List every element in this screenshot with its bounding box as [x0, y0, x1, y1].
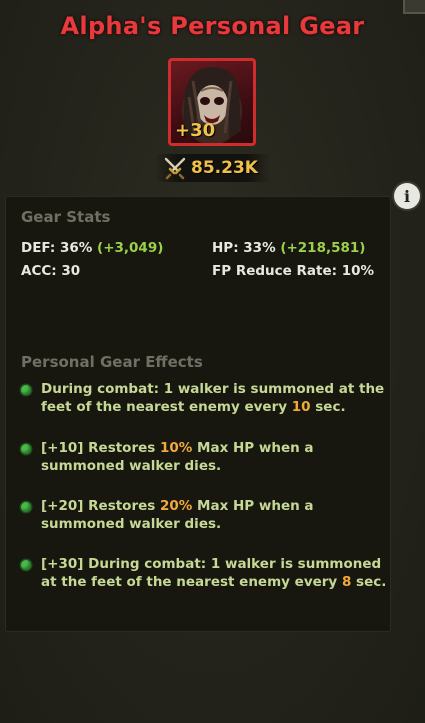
- page-title: Alpha's Personal Gear: [60, 12, 365, 40]
- power-row: 85.23K: [0, 153, 425, 183]
- effect-item: [+10] Restores 10% Max HP when a summone…: [21, 440, 387, 475]
- gear-level-badge: +30: [175, 120, 216, 141]
- hp-stat: HP: 33% (+218,581): [212, 240, 365, 256]
- bullet-icon: [21, 385, 31, 395]
- def-bonus: (+3,049): [97, 240, 164, 256]
- combat-power-value: 85.23K: [191, 158, 258, 178]
- bullet-icon: [21, 560, 31, 570]
- effect-item: During combat: 1 walker is summoned at t…: [21, 381, 387, 416]
- gear-effects-heading: Personal Gear Effects: [21, 353, 203, 371]
- gear-portrait[interactable]: +30: [168, 58, 256, 146]
- acc-stat: ACC: 30: [21, 263, 81, 279]
- gear-details-panel: Gear Stats DEF: 36% (+3,049) HP: 33% (+2…: [5, 196, 391, 632]
- effect-item: [+20] Restores 20% Max HP when a summone…: [21, 498, 387, 533]
- hp-label: HP: 33%: [212, 240, 276, 256]
- bullet-icon: [21, 444, 31, 454]
- fp-reduce-stat: FP Reduce Rate: 10%: [212, 263, 375, 279]
- info-button[interactable]: i: [394, 183, 420, 209]
- hp-bonus: (+218,581): [280, 240, 366, 256]
- power-pill: 85.23K: [155, 154, 270, 182]
- def-stat: DEF: 36% (+3,049): [21, 240, 163, 256]
- crossed-swords-icon: [164, 157, 186, 180]
- def-label: DEF: 36%: [21, 240, 93, 256]
- gear-stats-heading: Gear Stats: [21, 208, 111, 226]
- bullet-icon: [21, 502, 31, 512]
- effect-item: [+30] During combat: 1 walker is summone…: [21, 556, 387, 591]
